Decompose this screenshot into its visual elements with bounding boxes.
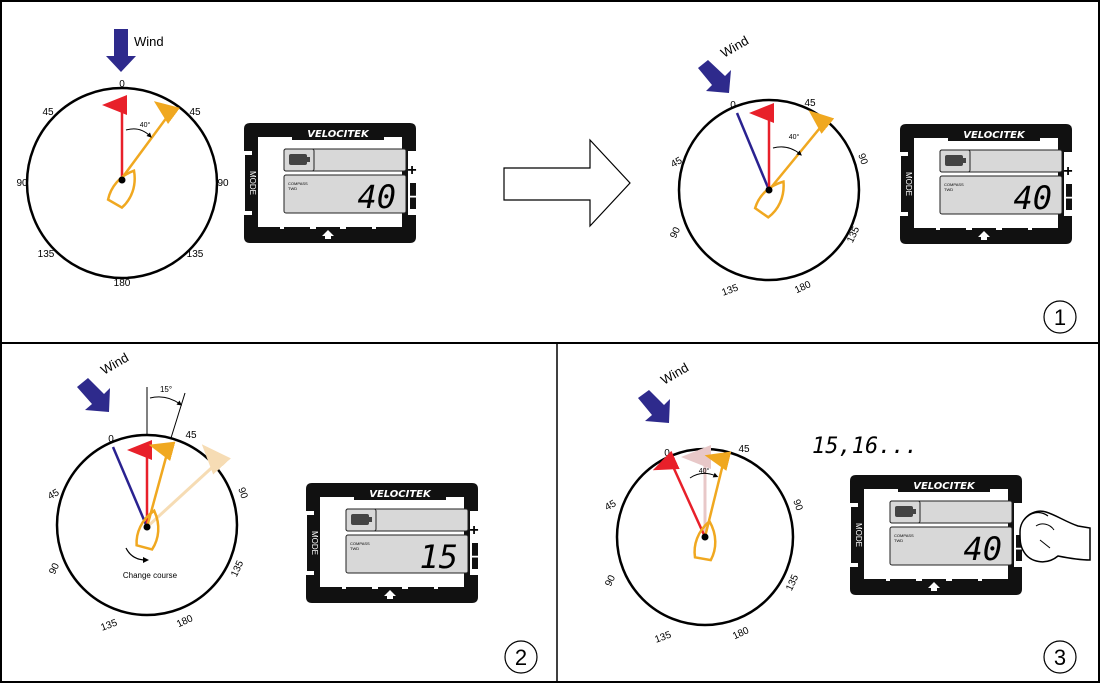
brand-label: VELOCITEK [307,129,370,140]
lcd-reading: 15 [419,538,458,576]
compass-tick-270: 90 [603,573,618,588]
mode-label: MODE [310,531,319,555]
compass-center [701,533,709,541]
compass-tick-180: 180 [793,279,813,296]
compass-tick-270: 90 [668,225,683,240]
wind-label: Wind [658,360,691,388]
plus-button[interactable]: + [1063,163,1072,180]
compass-tick-135: 135 [187,249,204,260]
wind-arrow-icon [106,29,136,72]
device-panel-2: VELOCITEK MODE + − COMPASS TWD 15 [305,482,480,604]
change-course-label: Change course [123,571,178,580]
compass-tick-180: 180 [731,625,751,642]
device-top-left: VELOCITEK MODE + − COMPASS TWD 40 [243,122,418,244]
lcd-reading: 40 [1013,179,1052,217]
compass-tick-0: 0 [119,79,125,90]
compass-tick-45: 45 [185,430,197,441]
wind-label: Wind [718,33,751,61]
compass-tick-90: 90 [235,486,249,501]
compass-tick-90: 90 [790,498,804,513]
compass-tick-45: 45 [804,98,816,109]
minus-button[interactable]: − [1064,190,1073,207]
angle-label: 40° [699,467,710,475]
angle-label: 15° [160,385,172,394]
wind-label: Wind [134,34,164,49]
compass-center [118,176,126,184]
compass-top-left: Wind 0 45 90 135 180 135 90 45 40° [16,29,229,289]
wind-arrow-icon [698,60,731,93]
wind-arrow-icon [77,378,110,412]
angle-label: 40° [140,121,151,129]
device-panel-3: VELOCITEK MODE − COMPASS TWD 40 [849,474,1024,596]
compass-tick-225: 135 [720,282,740,298]
lcd-reading: 40 [963,530,1002,568]
mode-label: MODE [854,523,863,547]
brand-label: VELOCITEK [963,130,1026,141]
minus-button[interactable]: − [470,549,479,566]
compass-tick-45: 45 [738,444,750,455]
compass-tick-135: 135 [229,559,246,579]
step-number: 1 [1054,305,1066,330]
counting-text: 15,16... [812,434,918,459]
mode-label: MODE [904,172,913,196]
device-top-right: VELOCITEK MODE + − COMPASS TWD 40 [899,123,1074,245]
hand-pressing-icon [1019,510,1091,563]
compass-tick-315: 45 [42,107,54,118]
step-number: 3 [1054,645,1066,670]
compass-tick-180: 180 [175,613,195,630]
compass-center [143,523,151,531]
compass-tick-270: 90 [47,561,62,576]
compass-top-right: Wind 0 45 90 135 180 90 45 135 40° [668,33,869,299]
compass-tick-270: 90 [16,178,28,189]
plus-button[interactable]: + [407,162,416,179]
wind-label: Wind [98,350,131,378]
minus-button[interactable]: − [408,189,417,206]
brand-label: VELOCITEK [369,489,432,500]
compass-center [765,186,773,194]
compass-panel-3: Wind 0 45 90 135 180 135 90 45 40° [603,360,804,646]
angle-label: 40° [789,133,800,141]
compass-tick-225: 135 [653,629,673,645]
right-arrow-icon [503,138,631,228]
angle-arc [149,396,183,406]
compass-tick-0: 0 [108,434,114,445]
compass-tick-45: 45 [189,107,201,118]
plus-button[interactable]: + [469,522,478,539]
compass-tick-315: 45 [603,498,619,513]
lcd-reading: 40 [357,178,396,216]
compass-tick-0: 0 [730,100,736,111]
compass-tick-90: 90 [217,178,229,189]
compass-tick-225: 135 [99,617,119,633]
compass-tick-90: 90 [855,152,869,167]
brand-label: VELOCITEK [913,481,976,492]
compass-tick-225: 135 [38,249,55,260]
mode-label: MODE [248,171,257,195]
wind-arrow-icon [638,390,670,423]
compass-tick-135: 135 [784,573,801,593]
compass-tick-0: 0 [664,448,670,459]
compass-panel-2: Wind 15° 0 45 90 135 180 135 90 45 Chang… [46,350,249,634]
diagram-canvas: Wind 0 45 90 135 180 135 90 45 40° VELOC… [0,0,1100,683]
compass-tick-180: 180 [114,278,131,289]
step-number: 2 [515,645,527,670]
